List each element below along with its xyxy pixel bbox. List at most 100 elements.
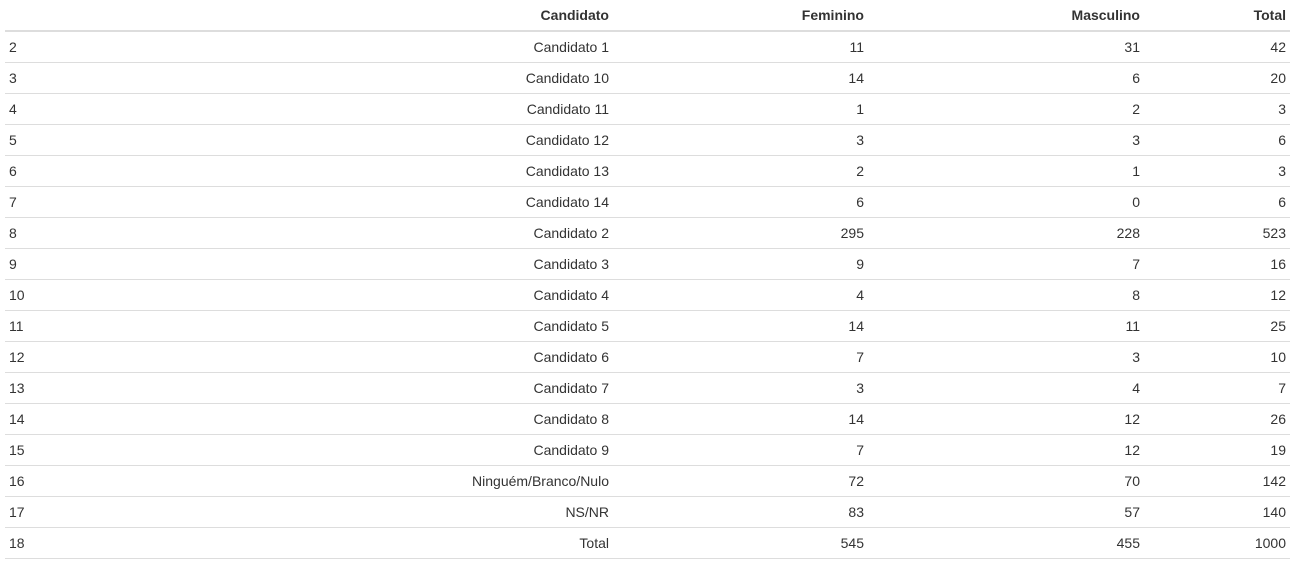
- candidato-cell: Candidato 4: [205, 279, 613, 311]
- row-index-cell: 13: [5, 372, 205, 404]
- masculino-cell: 3: [868, 341, 1144, 373]
- results-table-container: Candidato Feminino Masculino Total 2 Cand…: [5, 0, 1290, 559]
- total-cell: 7: [1144, 372, 1290, 404]
- row-index-cell: 10: [5, 279, 205, 311]
- total-cell: 42: [1144, 31, 1290, 63]
- row-index-cell: 3: [5, 62, 205, 94]
- table-row: 9 Candidato 3 9 7 16: [5, 248, 1290, 280]
- row-index-cell: 5: [5, 124, 205, 156]
- masculino-cell: 6: [868, 62, 1144, 94]
- feminino-cell: 295: [613, 217, 868, 249]
- masculino-cell: 2: [868, 93, 1144, 125]
- row-index-cell: 11: [5, 310, 205, 342]
- total-cell: 19: [1144, 434, 1290, 466]
- table-row: 12 Candidato 6 7 3 10: [5, 341, 1290, 373]
- total-cell: 3: [1144, 93, 1290, 125]
- header-candidato[interactable]: Candidato: [205, 0, 613, 32]
- total-cell: 6: [1144, 186, 1290, 218]
- table-row: 3 Candidato 10 14 6 20: [5, 62, 1290, 94]
- masculino-cell: 11: [868, 310, 1144, 342]
- candidato-cell: Candidato 13: [205, 155, 613, 187]
- masculino-cell: 12: [868, 403, 1144, 435]
- header-masculino[interactable]: Masculino: [868, 0, 1144, 32]
- masculino-cell: 70: [868, 465, 1144, 497]
- candidato-cell: Candidato 8: [205, 403, 613, 435]
- candidato-cell: Candidato 1: [205, 31, 613, 63]
- row-index-cell: 18: [5, 527, 205, 559]
- total-cell: 523: [1144, 217, 1290, 249]
- total-cell: 12: [1144, 279, 1290, 311]
- candidato-cell: Candidato 5: [205, 310, 613, 342]
- total-cell: 3: [1144, 155, 1290, 187]
- row-index-cell: 14: [5, 403, 205, 435]
- candidato-cell: Candidato 7: [205, 372, 613, 404]
- masculino-cell: 8: [868, 279, 1144, 311]
- total-cell: 26: [1144, 403, 1290, 435]
- header-index[interactable]: [5, 0, 205, 32]
- candidato-cell: Total: [205, 527, 613, 559]
- table-row: 15 Candidato 9 7 12 19: [5, 434, 1290, 466]
- candidato-cell: Candidato 14: [205, 186, 613, 218]
- table-body: 2 Candidato 1 11 31 42 3 Candidato 10 14 6 20 4 Can…: [5, 31, 1290, 559]
- header-row: Candidato Feminino Masculino Total: [5, 0, 1290, 32]
- results-table: Candidato Feminino Masculino Total 2 Cand…: [5, 0, 1290, 559]
- table-row: 8 Candidato 2 295 228 523: [5, 217, 1290, 249]
- feminino-cell: 9: [613, 248, 868, 280]
- total-cell: 25: [1144, 310, 1290, 342]
- masculino-cell: 228: [868, 217, 1144, 249]
- table-row: 16 Ninguém/Branco/Nulo 72 70 142: [5, 465, 1290, 497]
- candidato-cell: Candidato 9: [205, 434, 613, 466]
- masculino-cell: 12: [868, 434, 1144, 466]
- masculino-cell: 57: [868, 496, 1144, 528]
- header-feminino[interactable]: Feminino: [613, 0, 868, 32]
- masculino-cell: 455: [868, 527, 1144, 559]
- feminino-cell: 6: [613, 186, 868, 218]
- header-total[interactable]: Total: [1144, 0, 1290, 32]
- total-cell: 1000: [1144, 527, 1290, 559]
- feminino-cell: 14: [613, 62, 868, 94]
- candidato-cell: Candidato 10: [205, 62, 613, 94]
- row-index-cell: 2: [5, 31, 205, 63]
- candidato-cell: Candidato 11: [205, 93, 613, 125]
- row-index-cell: 7: [5, 186, 205, 218]
- row-index-cell: 16: [5, 465, 205, 497]
- candidato-cell: Candidato 6: [205, 341, 613, 373]
- masculino-cell: 0: [868, 186, 1144, 218]
- total-cell: 20: [1144, 62, 1290, 94]
- table-row: 10 Candidato 4 4 8 12: [5, 279, 1290, 311]
- total-cell: 142: [1144, 465, 1290, 497]
- candidato-cell: Candidato 12: [205, 124, 613, 156]
- row-index-cell: 4: [5, 93, 205, 125]
- table-row: 14 Candidato 8 14 12 26: [5, 403, 1290, 435]
- table-row: 5 Candidato 12 3 3 6: [5, 124, 1290, 156]
- feminino-cell: 7: [613, 434, 868, 466]
- masculino-cell: 4: [868, 372, 1144, 404]
- total-cell: 10: [1144, 341, 1290, 373]
- table-row: 2 Candidato 1 11 31 42: [5, 31, 1290, 63]
- feminino-cell: 4: [613, 279, 868, 311]
- total-cell: 16: [1144, 248, 1290, 280]
- total-cell: 140: [1144, 496, 1290, 528]
- candidato-cell: Ninguém/Branco/Nulo: [205, 465, 613, 497]
- feminino-cell: 14: [613, 403, 868, 435]
- table-row: 6 Candidato 13 2 1 3: [5, 155, 1290, 187]
- table-row: 11 Candidato 5 14 11 25: [5, 310, 1290, 342]
- row-index-cell: 9: [5, 248, 205, 280]
- feminino-cell: 1: [613, 93, 868, 125]
- candidato-cell: NS/NR: [205, 496, 613, 528]
- table-row: 17 NS/NR 83 57 140: [5, 496, 1290, 528]
- row-index-cell: 6: [5, 155, 205, 187]
- masculino-cell: 7: [868, 248, 1144, 280]
- masculino-cell: 1: [868, 155, 1144, 187]
- candidato-cell: Candidato 3: [205, 248, 613, 280]
- feminino-cell: 72: [613, 465, 868, 497]
- feminino-cell: 3: [613, 372, 868, 404]
- row-index-cell: 8: [5, 217, 205, 249]
- feminino-cell: 545: [613, 527, 868, 559]
- masculino-cell: 3: [868, 124, 1144, 156]
- feminino-cell: 3: [613, 124, 868, 156]
- total-cell: 6: [1144, 124, 1290, 156]
- feminino-cell: 7: [613, 341, 868, 373]
- table-row: 13 Candidato 7347: [5, 372, 1290, 404]
- candidato-cell: Candidato 2: [205, 217, 613, 249]
